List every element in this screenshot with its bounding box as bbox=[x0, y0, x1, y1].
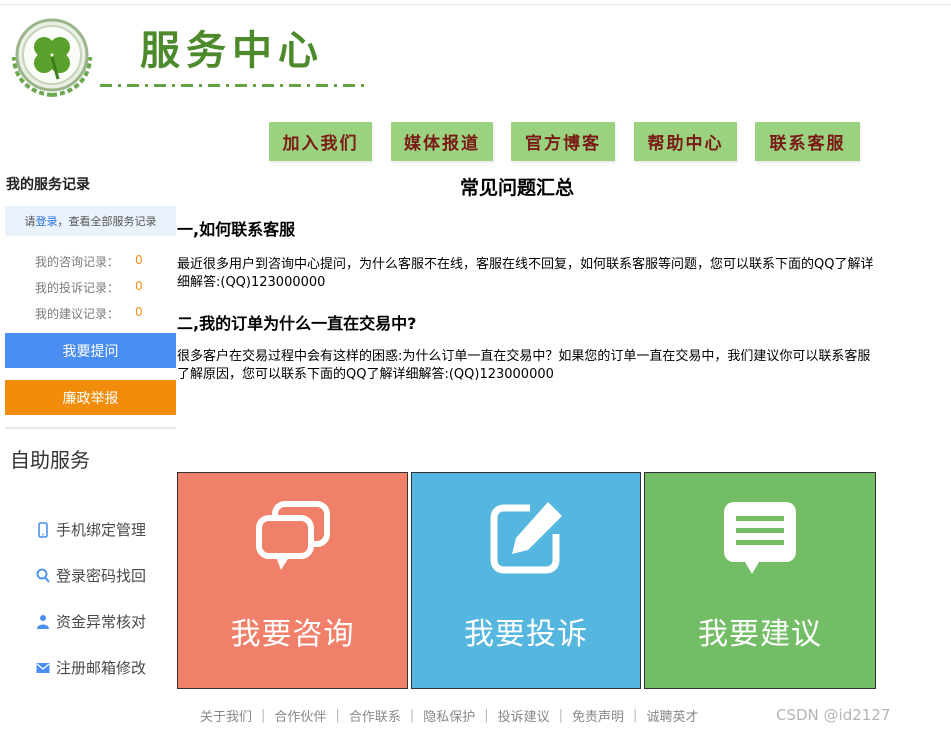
suggestion-record-count: 0 bbox=[135, 305, 143, 319]
top-border bbox=[0, 4, 951, 5]
footer-separator: | bbox=[409, 708, 415, 723]
phone-icon bbox=[36, 521, 50, 538]
login-suffix: ，查看全部服务记录 bbox=[57, 215, 157, 228]
footer-link-careers[interactable]: 诚聘英才 bbox=[646, 706, 698, 725]
footer-link-disclaimer[interactable]: 免责声明 bbox=[572, 706, 624, 725]
faq-title: 常见问题汇总 bbox=[460, 177, 575, 199]
self-service-label: 手机绑定管理 bbox=[56, 521, 147, 539]
integrity-report-button[interactable]: 廉政举报 bbox=[5, 380, 176, 415]
sidebar-divider bbox=[5, 427, 176, 429]
consult-tile-label: 我要咨询 bbox=[230, 617, 355, 652]
nav-join-us[interactable]: 加入我们 bbox=[269, 122, 372, 161]
footer-link-cooperation[interactable]: 合作联系 bbox=[349, 706, 401, 725]
faq-question-title: 一,如何联系客服 bbox=[177, 220, 296, 239]
nav-blog[interactable]: 官方博客 bbox=[511, 122, 615, 161]
user-icon bbox=[36, 614, 50, 630]
self-service-phone-binding[interactable]: 手机绑定管理 bbox=[36, 519, 146, 540]
footer-separator: | bbox=[335, 708, 340, 723]
self-service-email-change[interactable]: 注册邮箱修改 bbox=[36, 657, 146, 678]
watermark: CSDN @id2127 bbox=[776, 706, 891, 724]
suggestion-tile-label: 我要建议 bbox=[698, 617, 822, 652]
footer-separator: | bbox=[261, 708, 266, 723]
faq-question-body: 最近很多用户到咨询中心提问，为什么客服不在线，客服在线不回复，如何联系客服等问题… bbox=[177, 257, 874, 290]
self-service-password-recovery[interactable]: 登录密码找回 bbox=[36, 565, 146, 586]
edit-icon bbox=[490, 502, 562, 574]
site-title: 服务中心 bbox=[140, 27, 324, 74]
footer-links: 关于我们 | 合作伙伴 | 合作联系 | 隐私保护 | 投诉建议 | 免责声明 … bbox=[200, 706, 698, 725]
footer-link-partners[interactable]: 合作伙伴 bbox=[274, 706, 326, 725]
complaint-tile[interactable]: 我要投诉 bbox=[411, 472, 641, 689]
footer-separator: | bbox=[633, 708, 638, 723]
login-hint: 请 登录 ，查看全部服务记录 bbox=[5, 206, 176, 236]
search-icon bbox=[36, 568, 50, 584]
footer-link-complaints[interactable]: 投诉建议 bbox=[498, 706, 550, 725]
login-link[interactable]: 登录 bbox=[36, 213, 58, 229]
complaint-record-label: 我的投诉记录： bbox=[35, 281, 120, 295]
self-service-fund-check[interactable]: 资金异常核对 bbox=[36, 611, 146, 632]
four-leaf-clover-icon bbox=[12, 18, 92, 97]
nav-help-center[interactable]: 帮助中心 bbox=[634, 122, 737, 161]
footer-separator: | bbox=[484, 708, 489, 723]
self-service-label: 登录密码找回 bbox=[56, 567, 147, 585]
faq-question-title: 二,我的订单为什么一直在交易中? bbox=[177, 314, 417, 333]
self-service-label: 资金异常核对 bbox=[56, 613, 147, 631]
self-service-label: 注册邮箱修改 bbox=[56, 659, 147, 677]
complaint-tile-label: 我要投诉 bbox=[464, 617, 588, 652]
mail-icon bbox=[36, 660, 50, 676]
chat-bubbles-icon bbox=[255, 501, 330, 570]
consult-record-count: 0 bbox=[135, 253, 143, 267]
note-icon bbox=[724, 502, 796, 574]
consult-tile[interactable]: 我要咨询 bbox=[177, 472, 408, 689]
nav-contact-support[interactable]: 联系客服 bbox=[755, 122, 860, 161]
complaint-record-count: 0 bbox=[135, 279, 143, 293]
consult-record-label: 我的咨询记录： bbox=[35, 255, 120, 269]
footer-link-about[interactable]: 关于我们 bbox=[200, 706, 252, 725]
title-underline bbox=[100, 84, 370, 87]
footer-separator: | bbox=[558, 708, 564, 723]
suggestion-record-label: 我的建议记录： bbox=[35, 307, 120, 321]
nav-media[interactable]: 媒体报道 bbox=[391, 122, 493, 161]
service-records-heading: 我的服务记录 bbox=[6, 177, 90, 193]
faq-question-body: 很多客户在交易过程中会有这样的困惑:为什么订单一直在交易中？如果您的订单一直在交… bbox=[177, 349, 871, 382]
suggestion-tile[interactable]: 我要建议 bbox=[644, 472, 876, 689]
self-service-heading: 自助服务 bbox=[10, 448, 90, 472]
login-prefix: 请 bbox=[24, 215, 36, 228]
ask-question-button[interactable]: 我要提问 bbox=[5, 333, 176, 368]
footer-link-privacy[interactable]: 隐私保护 bbox=[423, 706, 475, 725]
